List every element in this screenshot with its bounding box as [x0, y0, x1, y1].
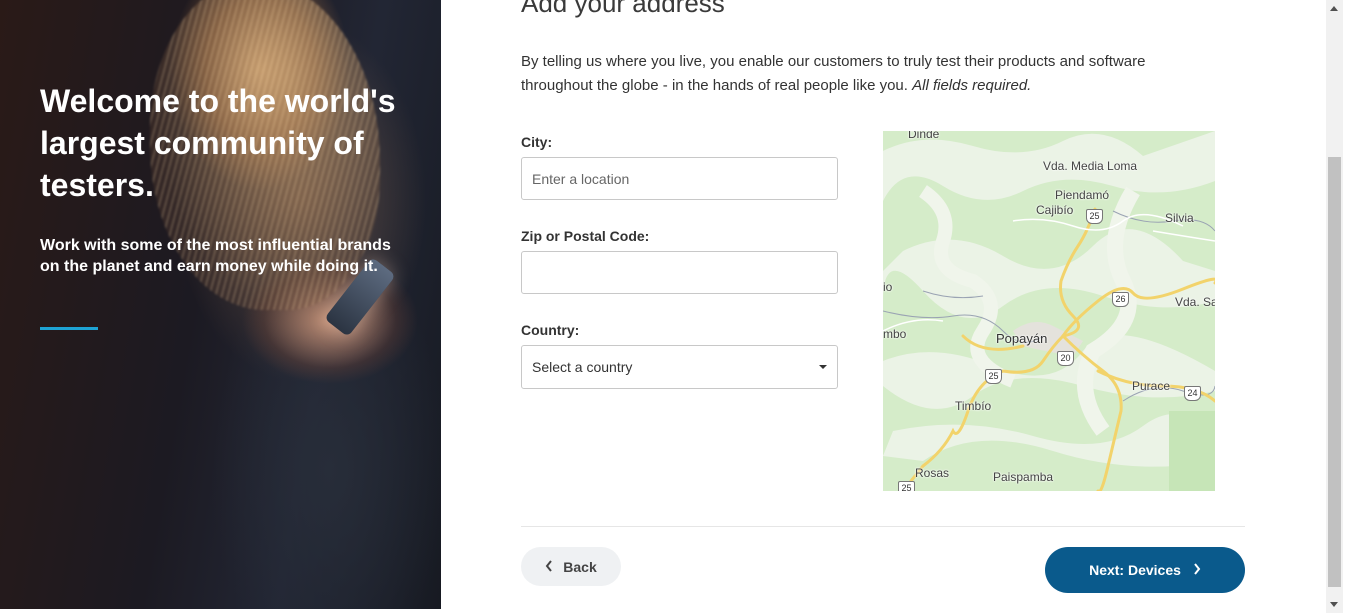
scroll-down-arrow-icon[interactable]: [1330, 602, 1338, 607]
back-button-label: Back: [563, 558, 597, 575]
map-label: Cajibío: [1036, 203, 1074, 217]
map-label: Rosas: [915, 466, 950, 480]
route-shield: 20: [1057, 351, 1074, 366]
route-shield: 25: [985, 369, 1002, 384]
hero-accent-bar: [40, 327, 98, 330]
country-select[interactable]: Select a country: [521, 345, 838, 389]
map-label-city: Popayán: [996, 331, 1048, 346]
map-label: Timbío: [955, 399, 992, 413]
route-shield: 25: [898, 481, 915, 491]
map-label: Dinde: [908, 131, 940, 141]
location-map[interactable]: Dinde Vda. Media Loma Piendamó Cajibío S…: [883, 131, 1215, 491]
scroll-up-arrow-icon[interactable]: [1330, 6, 1338, 11]
route-shield: 26: [1112, 292, 1129, 307]
route-shield: 24: [1184, 386, 1201, 401]
hero-title: Welcome to the world's largest community…: [40, 83, 396, 203]
intro-body: By telling us where you live, you enable…: [521, 53, 1146, 94]
hero-subtitle: Work with some of the most influential b…: [40, 237, 391, 275]
zip-input[interactable]: [521, 251, 838, 294]
caret-down-icon: [819, 365, 827, 369]
map-label: io: [883, 280, 893, 294]
map-label: Vda. Sa: [1175, 295, 1215, 309]
country-label: Country:: [521, 322, 580, 338]
map-label: Silvia: [1165, 211, 1194, 225]
map-label: Piendamó: [1055, 188, 1110, 202]
back-button[interactable]: Back: [521, 547, 621, 586]
map-label: Purace: [1132, 379, 1171, 393]
country-select-value: Select a country: [532, 359, 633, 375]
map-label: Paispamba: [993, 470, 1054, 484]
map-label: Vda. Media Loma: [1043, 159, 1138, 173]
scrollbar-thumb[interactable]: [1328, 157, 1341, 587]
route-shield: 25: [1086, 209, 1103, 224]
hero-panel: Welcome to the world's largest community…: [0, 0, 441, 609]
page-title: Add your address: [521, 0, 725, 18]
intro-text: By telling us where you live, you enable…: [521, 50, 1221, 98]
city-input[interactable]: [521, 157, 838, 200]
intro-required-note: All fields required.: [912, 77, 1032, 94]
page-scrollbar[interactable]: [1326, 0, 1343, 613]
map-label: mbo: [883, 327, 907, 341]
city-label: City:: [521, 134, 553, 150]
chevron-left-icon: [545, 559, 553, 574]
map-graphic: [883, 131, 1215, 491]
form-divider: [521, 526, 1245, 527]
zip-label: Zip or Postal Code:: [521, 228, 650, 244]
next-devices-button[interactable]: Next: Devices: [1045, 547, 1245, 593]
next-button-label: Next: Devices: [1089, 562, 1181, 578]
chevron-right-icon: [1193, 563, 1201, 577]
